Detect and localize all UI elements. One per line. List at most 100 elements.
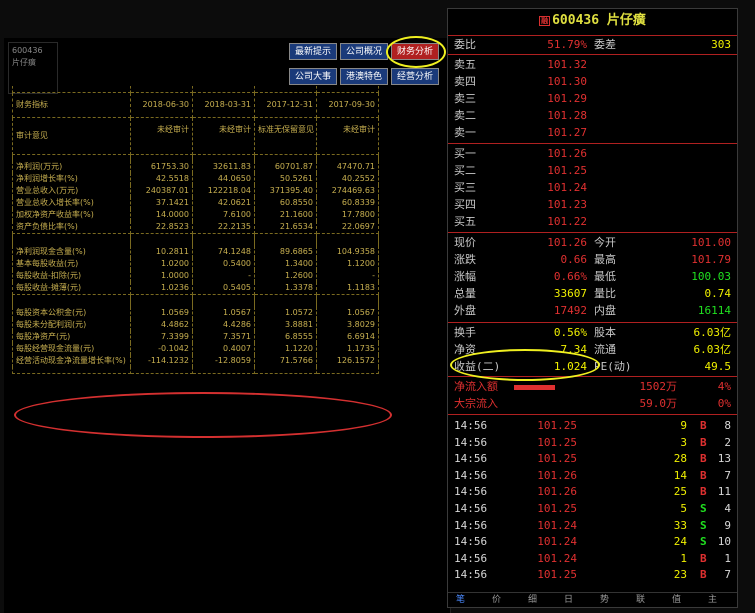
bottom-tab[interactable]: 笔 (456, 593, 465, 607)
cell-value: 47470.71 (316, 161, 379, 173)
cell-value: 40.2552 (316, 173, 379, 185)
fin-row: 加权净资产收益率(%) 14.0000 7.6100 21.1600 17.7800 (12, 209, 379, 221)
fin-row: 每股收益-扣除(元) 1.0000-1.2600- (12, 270, 379, 282)
nav-company-events[interactable]: 公司大事 (289, 68, 337, 85)
fin-row: 营业总收入(万元) 240387.01 122218.04 371395.40 2744… (12, 185, 379, 197)
quote-code: 600436 (552, 13, 600, 28)
flow-value: 59.0万 (639, 397, 678, 410)
stat-label: 总量 (454, 287, 476, 300)
price: 101.27 (547, 126, 587, 139)
tick-side: B (700, 468, 707, 482)
tick-count: 2 (724, 435, 731, 449)
tick-row: 14:56 101.25 5 S 4 (448, 501, 737, 517)
row-label: 每股收益-摊薄(元) (12, 282, 131, 295)
divider (448, 414, 737, 415)
tick-volume: 25 (673, 485, 687, 499)
bottom-tab[interactable]: 日 (564, 593, 573, 607)
stat-label: 股本 (594, 326, 616, 339)
bottom-tab[interactable]: 细 (528, 593, 537, 607)
tick-price: 101.24 (537, 535, 577, 549)
fin-row: 每股经营现金流量(元) -0.1042 0.4007 1.1220 1.1735 (12, 343, 379, 355)
flow-row: 大宗流入 59.0万 0% (448, 396, 737, 412)
cell-value: 1.1220 (254, 343, 317, 355)
tick-volume: 5 (680, 502, 687, 515)
cell-value: 17.7800 (316, 209, 379, 221)
level-label: 卖五 (454, 58, 476, 71)
stat-row: 涨跌 0.66 最高 101.79 (448, 252, 737, 268)
divider (448, 232, 737, 233)
stock-name: 片仔癀 (12, 58, 36, 67)
flow-value: 1502万 (639, 380, 678, 393)
cell-value: 0.5400 (192, 258, 255, 270)
cell-value: 104.9358 (316, 246, 379, 258)
tick-row: 14:56 101.25 23 B 7 (448, 567, 737, 583)
bottom-tab[interactable]: 价 (492, 593, 501, 607)
divider (448, 143, 737, 144)
fin-row: 净利润(万元) 61753.30 32611.83 60701.87 47470.71 (12, 161, 379, 173)
stat-label: 换手 (454, 326, 476, 339)
nav-latest-tips[interactable]: 最新提示 (289, 43, 337, 60)
price: 101.25 (547, 164, 587, 177)
cell-value: 10.2811 (130, 246, 193, 258)
tick-count: 7 (724, 568, 731, 582)
cell-value: 1.1735 (316, 343, 379, 355)
quote-name: 片仔癀 (606, 13, 646, 28)
nav-company-profile[interactable]: 公司概况 (340, 43, 388, 60)
stat-label: 流通 (594, 343, 616, 356)
row-label: 每股净资产(元) (12, 331, 131, 343)
tick-row: 14:56 101.24 33 S 9 (448, 518, 737, 534)
divider (448, 54, 737, 55)
nav-hk-features[interactable]: 港澳特色 (340, 68, 388, 85)
tick-volume: 14 (673, 468, 687, 482)
row-label: 每股资本公积金(元) (12, 307, 131, 319)
fin-row: 每股收益-摊薄(元) 1.0236 0.5405 1.3378 1.1183 (12, 282, 379, 295)
tick-volume: 24 (673, 535, 687, 549)
level-label: 买二 (454, 164, 476, 177)
tick-time: 14:56 (454, 419, 488, 432)
tick-volume: 3 (680, 435, 687, 449)
flow-label: 大宗流入 (454, 397, 498, 410)
price: 101.22 (547, 215, 587, 228)
cell-value: 4.4286 (192, 319, 255, 331)
bottom-tab[interactable]: 势 (600, 593, 609, 607)
cell-value: 0.4007 (192, 343, 255, 355)
header-row: 财务指标 2018-06-30 2018-03-31 2017-12-31 2017-0… (12, 92, 379, 118)
cell-value: 1.0000 (130, 270, 193, 282)
cell-value: 0.5405 (192, 282, 255, 295)
cell-value: 60701.87 (254, 161, 317, 173)
bottom-tab[interactable]: 联 (636, 593, 645, 607)
fin-row: 基本每股收益(元) 1.0200 0.5400 1.3400 1.1200 (12, 258, 379, 270)
cell-value: 2018-06-30 (130, 92, 193, 118)
tick-price: 101.24 (537, 551, 577, 565)
cell-value: 21.6534 (254, 221, 317, 234)
commission-ratio-value: 51.79% (547, 38, 587, 51)
bottom-tab[interactable]: 值 (672, 593, 681, 607)
ask-level: 卖三 101.29 (448, 91, 737, 107)
bottom-tab[interactable]: 主 (708, 593, 717, 607)
row-label: 净利润(万元) (12, 161, 131, 173)
commission-diff-value: 303 (711, 38, 731, 51)
stat-label: 最低 (594, 270, 616, 283)
stat-value: 6.03亿 (693, 326, 732, 339)
tick-side: S (700, 502, 707, 515)
tick-count: 11 (717, 485, 731, 499)
row-label: 每股收益-扣除(元) (12, 270, 131, 282)
commission-ratio-label: 委比 (454, 38, 476, 51)
flow-pct: 0% (717, 397, 731, 410)
cell-value: 1.2600 (254, 270, 317, 282)
cell-value: -114.1232 (130, 355, 193, 367)
ask-level: 卖二 101.28 (448, 108, 737, 124)
fin-row: 每股资本公积金(元) 1.0569 1.0567 1.0572 1.0567 (12, 307, 379, 319)
tick-count: 10 (717, 535, 731, 549)
stat-value: 101.00 (691, 236, 731, 249)
nav-business-analysis[interactable]: 经营分析 (391, 68, 439, 85)
cell-value: 未经审计 (316, 117, 379, 155)
stat-label: 涨跌 (454, 253, 476, 266)
stat-label: 现价 (454, 236, 476, 249)
level-label: 买一 (454, 147, 476, 160)
row-label: 每股未分配利润(元) (12, 319, 131, 331)
tick-time: 14:56 (454, 568, 488, 582)
cell-value: 22.8523 (130, 221, 193, 234)
level-label: 卖二 (454, 109, 476, 122)
level-label: 卖四 (454, 75, 476, 88)
